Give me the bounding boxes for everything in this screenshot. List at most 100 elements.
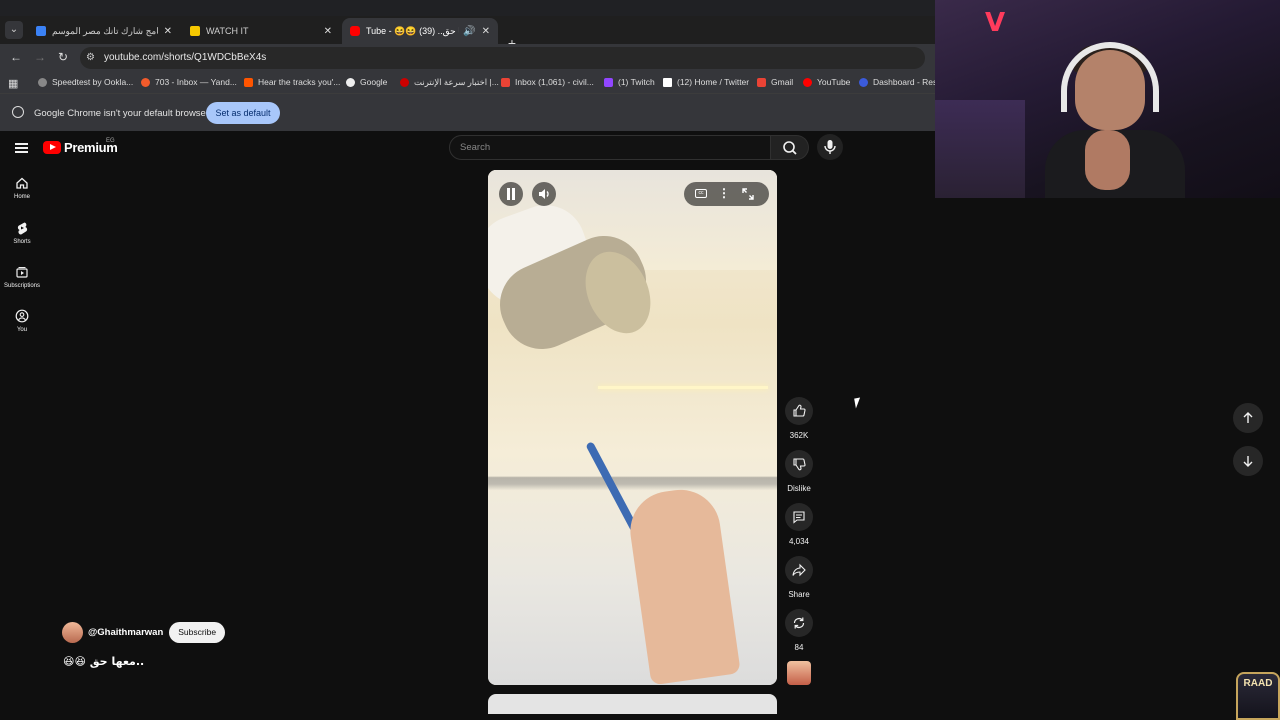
- remix-action: 84: [785, 609, 813, 652]
- you-icon: [15, 309, 29, 323]
- region-code: EG: [106, 138, 115, 144]
- pause-button[interactable]: [499, 182, 523, 206]
- bookmark-speedtest[interactable]: Speedtest by Ookla...: [38, 77, 133, 87]
- speedtest-icon: [38, 77, 47, 87]
- close-tab-icon[interactable]: ✕: [324, 26, 332, 37]
- tab-watch-it[interactable]: WATCH IT ✕: [182, 18, 340, 44]
- subscribe-button[interactable]: Subscribe: [169, 622, 226, 643]
- share-button[interactable]: [785, 556, 813, 584]
- bookmark-dashboard[interactable]: Dashboard - Rest: [859, 77, 940, 87]
- bookmark-gmail-inbox[interactable]: Inbox (1,061) - civil...: [501, 77, 594, 87]
- search-icon: [783, 141, 797, 155]
- comments-button[interactable]: [785, 503, 813, 531]
- apps-grid-icon[interactable]: ▦: [8, 77, 18, 90]
- player-controls-group: cc ⋮: [684, 182, 769, 206]
- bookmark-speed-test-ar[interactable]: اختبار سرعة الإنترنت |...: [400, 77, 499, 88]
- like-count: 362K: [789, 431, 809, 440]
- search-button[interactable]: [771, 135, 809, 160]
- tab-search-icon[interactable]: ⌄: [5, 21, 23, 39]
- close-tab-icon[interactable]: ✕: [482, 26, 490, 37]
- short-video-player[interactable]: cc ⋮: [488, 170, 777, 685]
- sidebar-item-label: Subscriptions: [3, 283, 41, 289]
- sidebar-item-label: Home: [13, 194, 30, 200]
- back-icon[interactable]: ←: [10, 50, 22, 64]
- bookmark-youtube[interactable]: YouTube: [803, 77, 850, 87]
- pause-icon: [507, 188, 515, 200]
- search-placeholder: Search: [460, 142, 491, 153]
- youtube-favicon-icon: [350, 26, 360, 36]
- captions-button[interactable]: cc: [686, 182, 710, 206]
- headset-icon: [1061, 42, 1159, 112]
- site-info-icon[interactable]: ⚙: [86, 52, 95, 63]
- forward-icon[interactable]: →: [34, 50, 46, 64]
- avatar[interactable]: [62, 622, 83, 643]
- sidebar-item-subscriptions[interactable]: Subscriptions: [0, 265, 44, 289]
- browser-toolbar: ← → ↻ ⚙ youtube.com/shorts/Q1WDCbBeX4s: [0, 44, 935, 72]
- bookmark-twitch[interactable]: (1) Twitch: [604, 77, 655, 87]
- search-input[interactable]: Search: [449, 135, 771, 160]
- watchit-favicon-icon: [190, 26, 200, 36]
- sidebar-item-you[interactable]: You: [0, 309, 44, 333]
- sidebar-item-shorts[interactable]: Shorts: [0, 221, 44, 245]
- gmail-icon: [757, 77, 766, 87]
- bookmarks-bar: ▦ Speedtest by Ookla... 703 - Inbox — Ya…: [0, 72, 940, 94]
- bookmark-yandex-inbox[interactable]: 703 - Inbox — Yand...: [141, 77, 237, 87]
- previous-short-button[interactable]: [1233, 403, 1263, 433]
- shorts-icon: [17, 222, 28, 235]
- background-light: [935, 100, 1025, 198]
- twitch-icon: [604, 77, 613, 87]
- share-label: Share: [788, 590, 810, 599]
- next-short-preview[interactable]: [488, 694, 777, 714]
- channel-handle[interactable]: @Ghaithmarwan: [88, 627, 163, 638]
- comment-count: 4,034: [788, 537, 810, 546]
- bookmark-twitter[interactable]: (12) Home / Twitter: [663, 77, 749, 87]
- more-options-icon[interactable]: ⋮: [718, 186, 730, 200]
- reload-icon[interactable]: ↻: [58, 50, 68, 64]
- address-bar[interactable]: ⚙ youtube.com/shorts/Q1WDCbBeX4s: [80, 47, 925, 69]
- play-favicon-icon: [36, 26, 46, 36]
- voice-search-button[interactable]: [817, 134, 843, 160]
- tab-title: برنامج شارك تانك مصر الموسم ...: [52, 25, 158, 36]
- remix-button[interactable]: [785, 609, 813, 637]
- like-button[interactable]: [785, 397, 813, 425]
- audio-playing-icon[interactable]: 🔊: [463, 26, 475, 37]
- tab-title: Tube - 😆😆 معها حق.. (39): [366, 25, 459, 36]
- badge-text: RAAD: [1243, 678, 1273, 689]
- volume-button[interactable]: [532, 182, 556, 206]
- mouse-cursor-icon: [854, 397, 862, 409]
- comments-action: 4,034: [785, 503, 813, 546]
- sidebar-item-home[interactable]: Home: [0, 176, 44, 200]
- mail-icon: [141, 77, 150, 87]
- bookmark-soundcloud[interactable]: Hear the tracks you'...: [244, 77, 340, 87]
- short-title[interactable]: 😆😆 معها حق..: [63, 655, 144, 668]
- volume-icon: [539, 189, 549, 199]
- x-icon: [663, 77, 672, 87]
- captions-icon: cc: [695, 189, 707, 198]
- tab-shark-tank[interactable]: برنامج شارك تانك مصر الموسم ... ✕: [28, 18, 180, 44]
- bookmark-google[interactable]: Google: [346, 77, 387, 87]
- streamer-hand: [1085, 130, 1130, 190]
- youtube-logo-icon[interactable]: [43, 141, 61, 154]
- remix-icon: [793, 617, 805, 629]
- dashboard-icon: [859, 77, 868, 87]
- chrome-icon: [12, 106, 24, 118]
- raad-badge-logo: RAAD: [1236, 672, 1280, 720]
- tab-title: WATCH IT: [206, 26, 249, 36]
- thumbs-up-icon: [793, 404, 806, 417]
- sidebar-item-label: Shorts: [13, 239, 31, 245]
- screen: ⌄ برنامج شارك تانك مصر الموسم ... ✕ WATC…: [0, 0, 1280, 720]
- dislike-button[interactable]: [785, 450, 813, 478]
- browser-chrome: ⌄ برنامج شارك تانك مصر الموسم ... ✕ WATC…: [0, 0, 940, 131]
- comment-icon: [793, 511, 805, 524]
- streamer-logo-icon: V: [985, 8, 1006, 38]
- sound-channel-avatar[interactable]: [787, 661, 811, 685]
- set-as-default-button[interactable]: Set as default: [206, 102, 280, 124]
- soundcloud-icon: [244, 77, 253, 87]
- bookmark-gmail[interactable]: Gmail: [757, 77, 793, 87]
- close-tab-icon[interactable]: ✕: [164, 26, 172, 37]
- next-short-button[interactable]: [1233, 446, 1263, 476]
- hamburger-menu-icon[interactable]: [15, 143, 28, 153]
- url-text[interactable]: youtube.com/shorts/Q1WDCbBeX4s: [104, 52, 266, 63]
- tab-youtube-short[interactable]: Tube - 😆😆 معها حق.. (39) 🔊 ✕: [342, 18, 498, 44]
- fullscreen-icon[interactable]: [742, 188, 754, 200]
